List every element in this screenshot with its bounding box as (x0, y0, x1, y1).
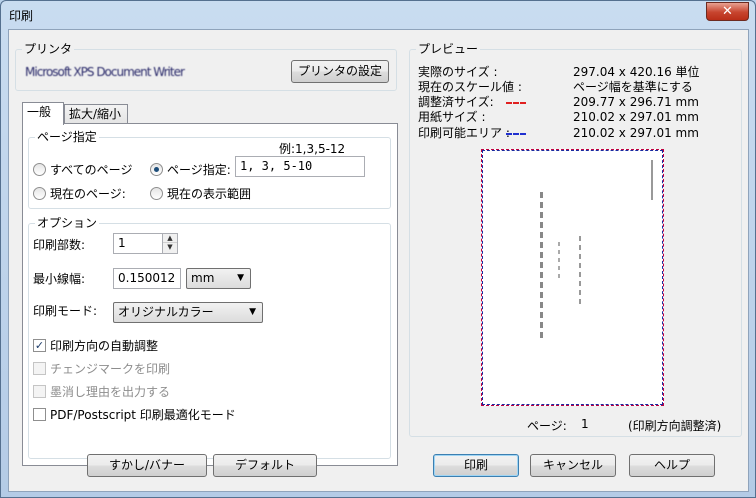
print-mode-select[interactable]: オリジナルカラー ▼ (113, 302, 263, 323)
min-line-width-input[interactable]: 0.150012 (113, 268, 181, 289)
preview-group-label: プレビュー (416, 42, 481, 56)
preview-text-line (651, 160, 653, 200)
radio-specify-pages-label: ページ指定: (167, 163, 231, 177)
min-line-width-label: 最小線幅: (33, 272, 86, 286)
tab-scale[interactable]: 拡大/縮小 (64, 104, 128, 125)
current-scale-value: ページ幅を基準にする (573, 80, 693, 94)
paper-size-label: 用紙サイズ : (418, 110, 486, 124)
printer-settings-button[interactable]: プリンタの設定 (291, 60, 389, 83)
spin-down-icon[interactable]: ▼ (163, 243, 177, 252)
adjusted-size-value: 209.77 x 296.71 mm (573, 95, 699, 109)
radio-all-pages-indicator (33, 163, 46, 176)
adjusted-size-legend (506, 102, 526, 104)
help-button[interactable]: ヘルプ (629, 454, 715, 477)
radio-specify-pages[interactable]: ページ指定: (150, 161, 231, 178)
preview-text-column (579, 236, 581, 306)
options-group-label: オプション (35, 216, 100, 230)
page-range-label: ページ指定 (35, 130, 99, 144)
spin-up-icon[interactable]: ▲ (163, 234, 177, 243)
radio-current-view-indicator (150, 187, 163, 200)
page-range-example: 例:1,3,5-12 (279, 142, 346, 156)
change-marks-box (33, 362, 46, 375)
preview-text-column (558, 242, 560, 282)
radio-current-page-indicator (33, 187, 46, 200)
radio-current-view-label: 現在の表示範囲 (167, 187, 252, 201)
current-scale-label: 現在のスケール値 : (418, 80, 522, 94)
min-line-unit-value: mm (191, 271, 215, 285)
printer-name: Microsoft XPS Document Writer (25, 65, 185, 79)
page-number-label: ページ: (527, 419, 567, 433)
printer-group-label: プリンタ (22, 42, 75, 56)
copies-spinner[interactable]: ▲ ▼ (162, 233, 178, 254)
close-icon: ✕ (722, 4, 733, 19)
copies-label: 印刷部数: (33, 238, 86, 252)
close-button[interactable]: ✕ (706, 2, 749, 21)
radio-current-view[interactable]: 現在の表示範囲 (150, 185, 251, 202)
watermark-banner-button[interactable]: すかし/バナー (87, 454, 207, 477)
orientation-note: (印刷方向調整済) (628, 419, 722, 433)
adjusted-size-label: 調整済サイズ: (418, 95, 494, 109)
radio-current-page[interactable]: 現在のページ: (33, 185, 126, 202)
window-title: 印刷 (9, 9, 34, 23)
redaction-reason-label: 墨消し理由を出力する (50, 385, 171, 399)
page-preview (481, 149, 664, 406)
preview-text-column (540, 192, 543, 342)
actual-size-value: 297.04 x 420.16 単位 (573, 65, 700, 79)
printable-area-value: 210.02 x 297.01 mm (573, 126, 699, 140)
checkmark-icon: ✓ (33, 339, 46, 352)
print-dialog: 印刷 ✕ プリンタ Microsoft XPS Document Writer … (0, 0, 756, 498)
title-bar: 印刷 ✕ (1, 1, 755, 29)
radio-current-page-label: 現在のページ: (50, 187, 126, 201)
redaction-reason-checkbox[interactable]: 墨消し理由を出力する (33, 383, 170, 400)
print-mode-value: オリジナルカラー (118, 305, 214, 319)
redaction-reason-box (33, 385, 46, 398)
print-button[interactable]: 印刷 (433, 454, 519, 477)
pdf-optimize-label: PDF/Postscript 印刷最適化モード (50, 408, 236, 422)
printable-area-legend (506, 133, 526, 135)
radio-all-pages[interactable]: すべてのページ (33, 161, 132, 178)
print-mode-label: 印刷モード: (33, 304, 98, 318)
default-button[interactable]: デフォルト (213, 454, 317, 477)
actual-size-label: 実際のサイズ : (418, 65, 498, 79)
pdf-optimize-checkbox[interactable]: PDF/Postscript 印刷最適化モード (33, 406, 236, 423)
dialog-body: プリンタ Microsoft XPS Document Writer プリンタの… (8, 29, 749, 492)
cancel-button[interactable]: キャンセル (530, 454, 616, 477)
min-line-unit-select[interactable]: mm ▼ (186, 268, 251, 289)
change-marks-checkbox[interactable]: チェンジマークを印刷 (33, 360, 170, 377)
auto-orientation-checkbox[interactable]: ✓ 印刷方向の自動調整 (33, 337, 158, 354)
radio-specify-pages-indicator (150, 163, 163, 176)
radio-all-pages-label: すべてのページ (50, 163, 133, 177)
chevron-down-icon: ▼ (249, 307, 256, 317)
change-marks-label: チェンジマークを印刷 (50, 362, 171, 376)
auto-orientation-label: 印刷方向の自動調整 (50, 339, 159, 353)
page-range-input[interactable]: 1, 3, 5-10 (235, 156, 365, 177)
chevron-down-icon: ▼ (237, 273, 244, 283)
copies-input[interactable]: 1 (113, 233, 163, 254)
pdf-optimize-box (33, 408, 46, 421)
paper-size-value: 210.02 x 297.01 mm (573, 110, 699, 124)
printable-area-label: 印刷可能エリア : (418, 126, 510, 140)
tab-general[interactable]: 一般 (22, 102, 64, 125)
page-number-value: 1 (581, 417, 589, 431)
